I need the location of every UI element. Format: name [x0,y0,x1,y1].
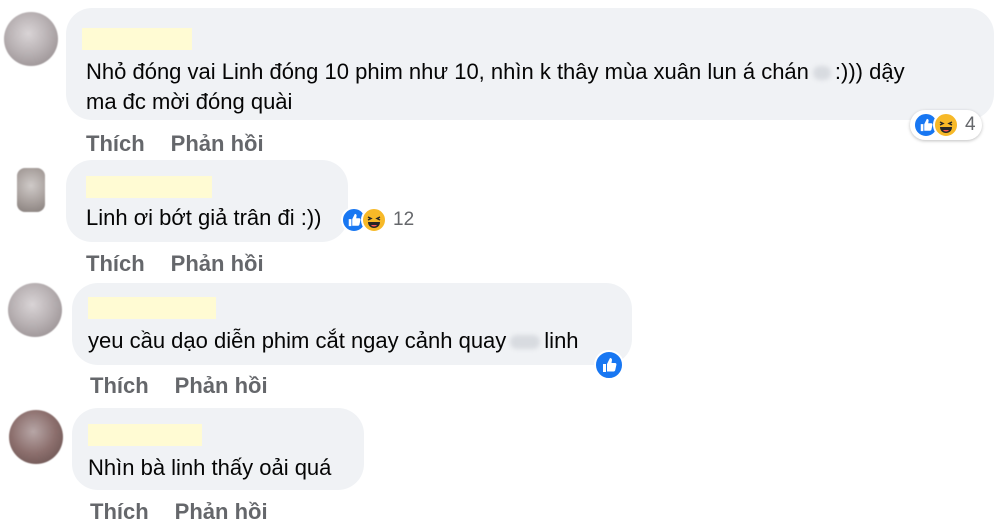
reaction-count: 4 [965,114,976,135]
comment-actions: Thích Phản hồi [86,131,290,157]
avatar[interactable] [4,12,58,66]
reaction-summary[interactable]: 12 [338,205,420,235]
comment-text-line1-end: :))) dậy [834,59,905,84]
reply-button[interactable]: Phản hồi [175,373,268,398]
redacted-author-name[interactable] [88,424,202,446]
comment-bubble: Linh ơi bớt giả trân đi :)) [66,160,348,242]
comment-bubble: Nhìn bà linh thấy oải quá [72,408,364,490]
comment-bubble: Nhỏ đóng vai Linh đóng 10 phim như 10, n… [66,8,994,120]
comment-text-line1-end: linh [544,328,579,353]
redacted-author-name[interactable] [86,176,212,198]
haha-reaction-icon [933,112,959,138]
comment-bubble: yeu cầu dạo diễn phim cắt ngay cảnh quay… [72,283,632,365]
haha-reaction-icon [361,207,387,233]
like-button[interactable]: Thích [90,373,149,398]
blurred-mark [510,335,541,350]
redacted-author-name[interactable] [88,297,216,319]
reaction-summary[interactable] [592,350,626,380]
comment-text-line1: Nhỏ đóng vai Linh đóng 10 phim như 10, n… [86,59,809,84]
comment-text: Linh ơi bớt giả trân đi :)) [86,205,322,230]
like-button[interactable]: Thích [90,499,149,524]
comment-actions: Thích Phản hồi [90,373,294,399]
redacted-author-name[interactable] [82,28,192,50]
blurred-mark [812,66,831,81]
avatar[interactable] [17,168,45,212]
comment-text-line1: yeu cầu dạo diễn phim cắt ngay cảnh quay [88,328,507,353]
reply-button[interactable]: Phản hồi [171,131,264,156]
reaction-count: 12 [393,209,415,230]
comment-text: yeu cầu dạo diễn phim cắt ngay cảnh quay… [88,325,579,357]
comment-text-line2: ma đc mời đóng quài [86,89,293,114]
reaction-summary[interactable]: 4 [910,110,982,140]
avatar[interactable] [9,410,63,464]
comment-text: Nhìn bà linh thấy oải quá [88,455,332,480]
reply-button[interactable]: Phản hồi [175,499,268,524]
comment-actions: Thích Phản hồi [90,499,294,525]
like-button[interactable]: Thích [86,131,145,156]
like-reaction-icon [594,350,624,380]
reply-button[interactable]: Phản hồi [171,251,264,276]
comment-actions: Thích Phản hồi [86,251,290,277]
avatar[interactable] [8,283,62,337]
comment-text: Nhỏ đóng vai Linh đóng 10 phim như 10, n… [86,56,905,88]
like-button[interactable]: Thích [86,251,145,276]
